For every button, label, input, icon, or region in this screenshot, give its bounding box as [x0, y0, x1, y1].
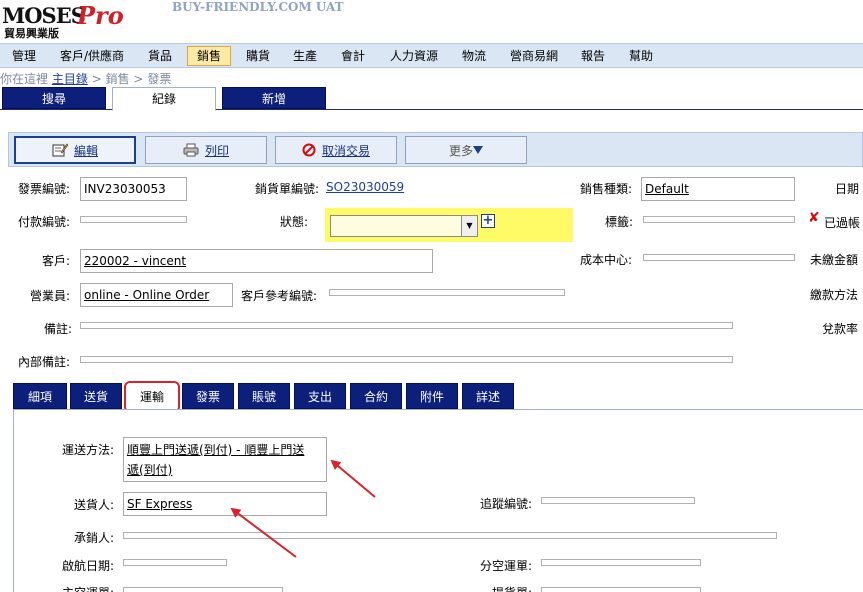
arrow-to-shipping-method [330, 459, 376, 498]
arrow-to-carrier [230, 507, 297, 558]
annotation-arrows [230, 459, 376, 558]
